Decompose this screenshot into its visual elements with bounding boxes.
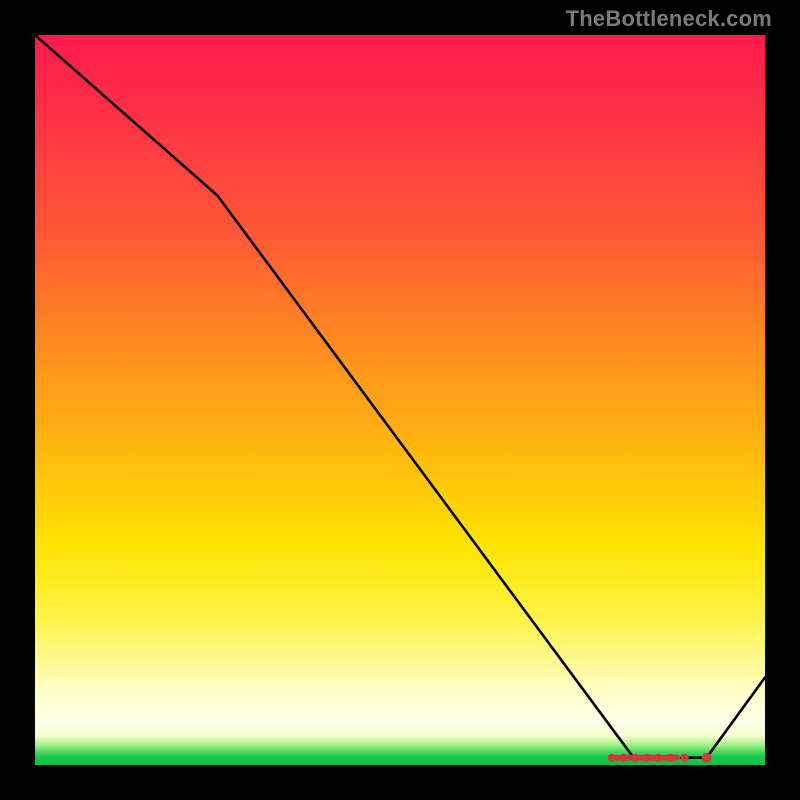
marker-dot bbox=[654, 754, 662, 762]
marker-dot bbox=[619, 754, 627, 762]
marker-dot bbox=[666, 754, 674, 762]
marker-dot bbox=[631, 754, 639, 762]
marker-dot bbox=[608, 754, 616, 762]
marker-dot bbox=[702, 753, 712, 763]
marker-dot bbox=[681, 754, 689, 762]
marker-dot bbox=[643, 754, 651, 762]
series-line bbox=[35, 35, 765, 758]
chart-container: TheBottleneck.com bbox=[0, 0, 800, 800]
chart-overlay bbox=[35, 35, 765, 765]
credit-watermark: TheBottleneck.com bbox=[566, 6, 772, 32]
